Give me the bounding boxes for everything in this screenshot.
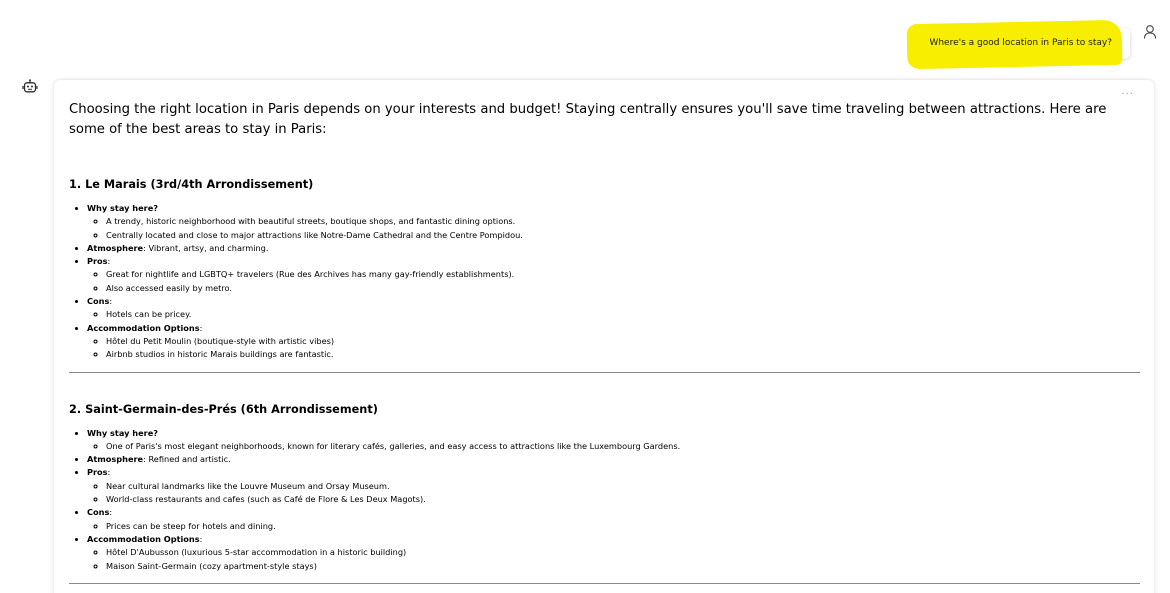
pros-label: Pros — [87, 256, 108, 267]
accommodation-label: Accommodation Options — [87, 322, 200, 333]
pros-label: Pros — [87, 467, 108, 478]
list-item: Pros: Great for nightlife and LGBTQ+ tra… — [87, 255, 1140, 295]
user-icon[interactable] — [1142, 24, 1158, 40]
bot-icon — [22, 79, 38, 93]
list-item: Great for nightlife and LGBTQ+ travelers… — [106, 268, 1140, 281]
list-item: Hôtel D'Aubusson (luxurious 5-star accom… — [106, 546, 1140, 559]
section-title-saint-germain: 2. Saint-Germain-des-Prés (6th Arrondiss… — [69, 402, 378, 416]
user-message-row: Where's a good location in Paris to stay… — [907, 19, 1158, 70]
accommodation-list: Hôtel du Petit Moulin (boutique-style wi… — [87, 335, 1140, 362]
section-divider — [69, 371, 1140, 373]
le-marais-details: Why stay here? A trendy, historic neighb… — [69, 202, 1140, 362]
list-item: Pros: Near cultural landmarks like the L… — [87, 466, 1140, 506]
bot-message-card: ... Choosing the right location in Paris… — [54, 80, 1154, 593]
list-item: Hotels can be pricey. — [106, 308, 1140, 321]
list-item: Atmosphere: Refined and artistic. — [87, 453, 1140, 466]
list-item: Why stay here? One of Paris's most elega… — [87, 427, 1140, 454]
user-message-text: Where's a good location in Paris to stay… — [929, 38, 1112, 48]
cons-label: Cons — [87, 507, 110, 518]
cons-list: Prices can be steep for hotels and dinin… — [87, 520, 1140, 533]
list-item: Near cultural landmarks like the Louvre … — [106, 480, 1140, 493]
chat-page: Where's a good location in Paris to stay… — [0, 0, 1170, 593]
atmosphere-value: : Vibrant, artsy, and charming. — [143, 242, 269, 253]
list-item: A trendy, historic neighborhood with bea… — [106, 215, 1140, 228]
bot-intro-text: Choosing the right location in Paris dep… — [69, 102, 1107, 137]
list-item: Airbnb studios in historic Marais buildi… — [106, 348, 1140, 361]
why-label: Why stay here? — [87, 203, 159, 213]
cons-list: Hotels can be pricey. — [87, 308, 1140, 321]
why-list: One of Paris's most elegant neighborhood… — [87, 440, 1140, 453]
list-item: Why stay here? A trendy, historic neighb… — [87, 202, 1140, 242]
list-item: Centrally located and close to major att… — [106, 229, 1140, 242]
more-options-icon[interactable]: ... — [1121, 86, 1134, 97]
why-list: A trendy, historic neighborhood with bea… — [87, 215, 1140, 242]
saint-germain-details: Why stay here? One of Paris's most elega… — [69, 427, 1140, 573]
pros-list: Near cultural landmarks like the Louvre … — [87, 480, 1140, 507]
list-item: One of Paris's most elegant neighborhood… — [106, 440, 1140, 453]
accommodation-list: Hôtel D'Aubusson (luxurious 5-star accom… — [87, 546, 1140, 573]
section-title-le-marais: 1. Le Marais (3rd/4th Arrondissement) — [69, 178, 314, 191]
cons-label: Cons — [87, 296, 110, 307]
list-item: Accommodation Options: Hôtel D'Aubusson … — [87, 533, 1140, 573]
list-item: World-class restaurants and cafes (such … — [106, 493, 1140, 506]
pros-list: Great for nightlife and LGBTQ+ travelers… — [87, 268, 1140, 295]
list-item: Atmosphere: Vibrant, artsy, and charming… — [87, 242, 1140, 255]
why-label: Why stay here? — [87, 427, 159, 438]
atmosphere-value: : Refined and artistic. — [143, 454, 231, 465]
atmosphere-label: Atmosphere — [87, 242, 144, 253]
accommodation-label: Accommodation Options — [87, 533, 200, 544]
list-item: Hôtel du Petit Moulin (boutique-style wi… — [106, 335, 1140, 348]
user-message-bubble: Where's a good location in Paris to stay… — [907, 19, 1130, 70]
list-item: Accommodation Options: Hôtel du Petit Mo… — [87, 322, 1140, 362]
list-item: Maison Saint-Germain (cozy apartment-sty… — [106, 560, 1140, 573]
list-item: Prices can be steep for hotels and dinin… — [106, 520, 1140, 533]
list-item: Cons: Prices can be steep for hotels and… — [87, 506, 1140, 533]
list-item: Also accessed easily by metro. — [106, 282, 1140, 295]
list-item: Cons: Hotels can be pricey. — [87, 295, 1140, 322]
atmosphere-label: Atmosphere — [87, 454, 144, 465]
section-divider — [69, 582, 1140, 584]
